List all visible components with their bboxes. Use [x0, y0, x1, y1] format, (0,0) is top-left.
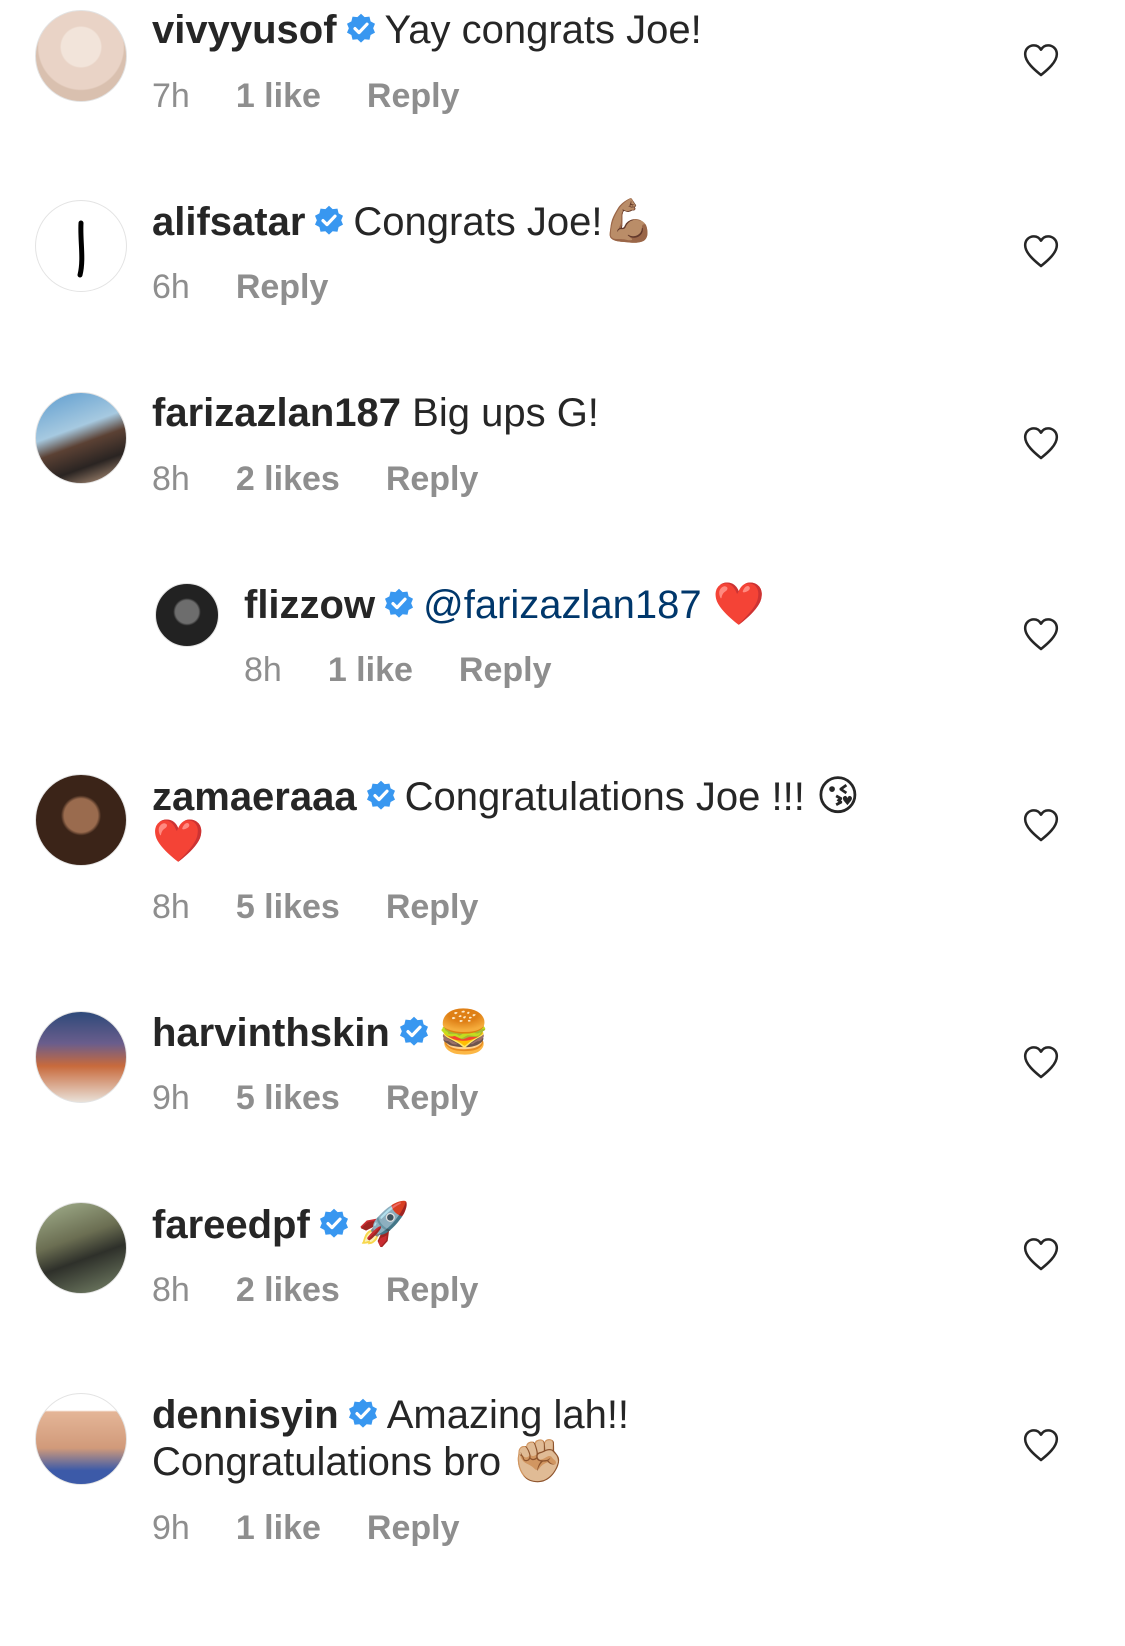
reply-button[interactable]: Reply	[367, 77, 460, 115]
comment-time: 8h	[152, 888, 190, 926]
kissing-face-emoji: 😘	[815, 771, 860, 820]
comment-time: 9h	[152, 1079, 190, 1117]
comment-text-2: Congratulations bro	[152, 1440, 502, 1484]
verified-badge-icon	[318, 1208, 350, 1240]
comment-time: 9h	[152, 1509, 190, 1547]
comment-text-line: vivyyusof Yay congrats Joe!	[152, 6, 702, 54]
username[interactable]: farizazlan187	[152, 391, 401, 435]
avatar[interactable]	[35, 774, 127, 866]
comment-text-line: dennisyin Amazing lah!!	[152, 1391, 629, 1439]
comment-time: 8h	[152, 460, 190, 498]
verified-badge-icon	[347, 1398, 379, 1430]
comment-text: Amazing lah!!	[386, 1393, 630, 1437]
comment-time: 7h	[152, 77, 190, 115]
comment-meta: 9h 1 like Reply	[152, 1508, 506, 1548]
comment-meta: 6h Reply	[152, 267, 374, 307]
comment-meta: 7h 1 like Reply	[152, 76, 506, 116]
raised-fist-emoji: ✊🏼	[512, 1436, 565, 1485]
comment-time: 6h	[152, 268, 190, 306]
username[interactable]: vivyyusof	[152, 8, 337, 52]
likes-count[interactable]: 1 like	[236, 1509, 321, 1547]
hamburger-emoji: 🍔	[437, 1007, 491, 1056]
comment-time: 8h	[244, 651, 282, 689]
verified-badge-icon	[313, 205, 345, 237]
comment-text-line-2: ❤️	[152, 817, 204, 866]
comment-text-line: farizazlan187 Big ups G!	[152, 389, 599, 437]
rocket-emoji: 🚀	[357, 1199, 411, 1248]
heart-outline-icon[interactable]	[1022, 1236, 1060, 1272]
heart-outline-icon[interactable]	[1022, 42, 1060, 78]
comment-text-line: harvinthskin 🍔	[152, 1008, 490, 1057]
comment-text: Big ups G!	[412, 391, 599, 435]
verified-badge-icon	[383, 588, 415, 620]
avatar[interactable]	[35, 200, 127, 292]
likes-count[interactable]: 1 like	[328, 651, 413, 689]
reply-button[interactable]: Reply	[367, 1509, 460, 1547]
comment-meta: 8h 1 like Reply	[244, 650, 598, 690]
red-heart-emoji: ❤️	[152, 816, 205, 865]
avatar[interactable]	[155, 583, 219, 647]
comment-text: Congratulations Joe !!!	[404, 775, 805, 819]
likes-count[interactable]: 2 likes	[236, 460, 340, 498]
reply-button[interactable]: Reply	[386, 1271, 479, 1309]
username[interactable]: zamaeraaa	[152, 775, 357, 819]
verified-badge-icon	[345, 13, 377, 45]
red-heart-emoji: ❤️	[712, 579, 766, 628]
verified-badge-icon	[398, 1016, 430, 1048]
likes-count[interactable]: 5 likes	[236, 1079, 340, 1117]
heart-outline-icon[interactable]	[1022, 1427, 1060, 1463]
comment-meta: 8h 2 likes Reply	[152, 1270, 524, 1310]
comment-text-line: alifsatar Congrats Joe!💪🏽	[152, 197, 655, 246]
avatar[interactable]	[35, 10, 127, 102]
reply-button[interactable]: Reply	[236, 268, 329, 306]
heart-outline-icon[interactable]	[1022, 616, 1060, 652]
username[interactable]: fareedpf	[152, 1203, 310, 1247]
avatar[interactable]	[35, 1202, 127, 1294]
avatar-logo-icon	[77, 220, 85, 278]
comment-text: Yay congrats Joe!	[384, 8, 702, 52]
comment-text-line: zamaeraaa Congratulations Joe !!! 😘	[152, 772, 860, 821]
avatar[interactable]	[35, 1011, 127, 1103]
username[interactable]: dennisyin	[152, 1393, 339, 1437]
likes-count[interactable]: 2 likes	[236, 1271, 340, 1309]
flexed-biceps-emoji: 💪🏽	[602, 196, 655, 245]
mention-link[interactable]: @farizazlan187	[423, 583, 702, 627]
comment-text-line-2: Congratulations bro ✊🏼	[152, 1437, 565, 1486]
comment-meta: 8h 5 likes Reply	[152, 887, 524, 927]
likes-count[interactable]: 1 like	[236, 77, 321, 115]
heart-outline-icon[interactable]	[1022, 425, 1060, 461]
heart-outline-icon[interactable]	[1022, 1044, 1060, 1080]
comment-time: 8h	[152, 1271, 190, 1309]
likes-count[interactable]: 5 likes	[236, 888, 340, 926]
heart-outline-icon[interactable]	[1022, 233, 1060, 269]
avatar[interactable]	[35, 1393, 127, 1485]
comment-text-line: flizzow @farizazlan187 ❤️	[244, 580, 765, 629]
heart-outline-icon[interactable]	[1022, 807, 1060, 843]
comment-meta: 8h 2 likes Reply	[152, 459, 524, 499]
comment-text-line: fareedpf 🚀	[152, 1200, 410, 1249]
reply-button[interactable]: Reply	[386, 1079, 479, 1117]
comment-meta: 9h 5 likes Reply	[152, 1078, 524, 1118]
reply-button[interactable]: Reply	[386, 460, 479, 498]
comment-text: Congrats Joe!	[353, 200, 603, 244]
username[interactable]: harvinthskin	[152, 1011, 390, 1055]
username[interactable]: flizzow	[244, 583, 375, 627]
avatar[interactable]	[35, 392, 127, 484]
reply-button[interactable]: Reply	[459, 651, 552, 689]
username[interactable]: alifsatar	[152, 200, 305, 244]
reply-button[interactable]: Reply	[386, 888, 479, 926]
verified-badge-icon	[365, 780, 397, 812]
